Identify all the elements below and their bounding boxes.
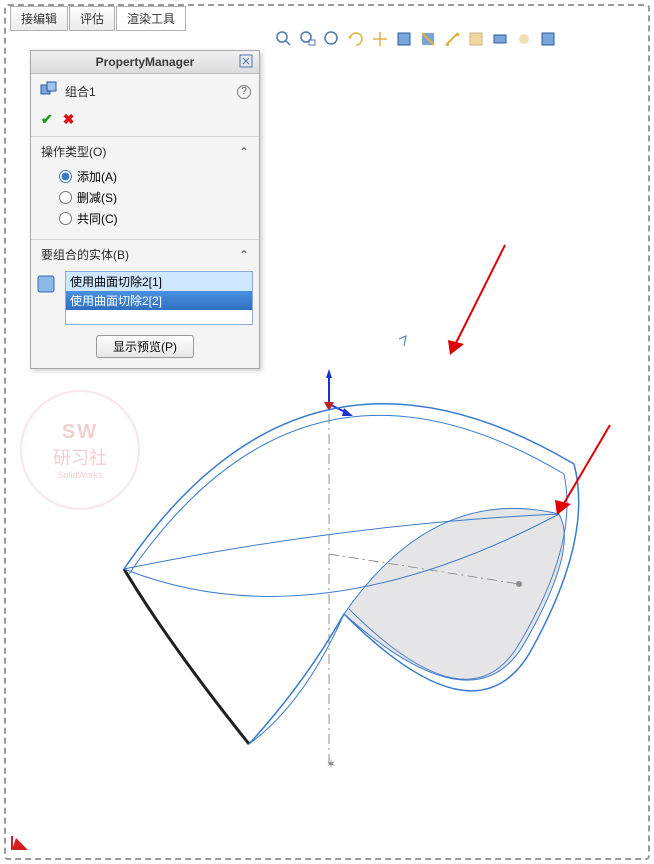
radio-add[interactable]: 添加(A) — [59, 166, 249, 187]
annotation-arrow-2 — [545, 420, 625, 530]
origin-marker-icon — [10, 832, 32, 854]
feature-name: 组合1 — [65, 83, 96, 100]
chevron-up-icon: ⌃ — [239, 145, 249, 159]
hide-show-icon[interactable] — [467, 30, 485, 48]
property-manager-panel: PropertyManager 组合1 ? ✔ ✖ 操作类型(O) ⌃ 添加(A… — [30, 50, 260, 369]
feature-header: 组合1 ? — [31, 74, 259, 109]
appearance-icon[interactable] — [491, 30, 509, 48]
loupe-group-icon[interactable] — [275, 30, 293, 48]
section-bodies-head[interactable]: 要组合的实体(B) ⌃ — [31, 240, 259, 267]
radio-common-label: 共同(C) — [77, 210, 118, 227]
pin-icon[interactable] — [239, 54, 253, 71]
tab-evaluate[interactable]: 评估 — [69, 6, 115, 31]
top-tabs: 接编辑 评估 渲染工具 — [10, 6, 186, 31]
cancel-button[interactable]: ✖ — [63, 111, 75, 128]
zoom-icon[interactable] — [323, 30, 341, 48]
scene-icon[interactable] — [515, 30, 533, 48]
radio-subtract-input[interactable] — [59, 191, 72, 204]
section-operation-type: 操作类型(O) ⌃ 添加(A) 删减(S) 共同(C) — [31, 136, 259, 239]
panel-title: PropertyManager — [31, 51, 259, 74]
body-item-1[interactable]: 使用曲面切除2[1] — [66, 272, 252, 291]
section-bodies-label: 要组合的实体(B) — [41, 246, 129, 263]
watermark: SW 研习社 SolidWorks — [20, 390, 140, 510]
rotate-icon[interactable] — [347, 30, 365, 48]
display-style-icon[interactable] — [395, 30, 413, 48]
tab-render-tools[interactable]: 渲染工具 — [116, 6, 186, 31]
selection-empty-area[interactable] — [66, 310, 252, 324]
radio-common[interactable]: 共同(C) — [59, 208, 249, 229]
body-selection-icon — [35, 273, 59, 297]
section-operation-head[interactable]: 操作类型(O) ⌃ — [31, 137, 259, 164]
pan-icon[interactable] — [371, 30, 389, 48]
help-icon[interactable]: ? — [237, 85, 251, 99]
watermark-line1: SW — [62, 421, 98, 444]
panel-title-text: PropertyManager — [96, 55, 195, 69]
body-item-2[interactable]: 使用曲面切除2[2] — [66, 291, 252, 310]
radio-add-label: 添加(A) — [77, 168, 117, 185]
ground-marker: ✶ — [326, 757, 336, 771]
radio-subtract[interactable]: 删减(S) — [59, 187, 249, 208]
section-bodies: 要组合的实体(B) ⌃ 使用曲面切除2[1] 使用曲面切除2[2] 显示预览(P… — [31, 239, 259, 358]
chevron-up-icon: ⌃ — [239, 248, 249, 262]
section-view-icon[interactable] — [419, 30, 437, 48]
measure-icon[interactable] — [443, 30, 461, 48]
show-preview-button[interactable]: 显示预览(P) — [96, 335, 194, 358]
section-operation-label: 操作类型(O) — [41, 143, 106, 160]
combine-feature-icon — [39, 80, 59, 103]
watermark-line3: SolidWorks — [57, 470, 102, 480]
ok-button[interactable]: ✔ — [41, 111, 53, 128]
tab-edit[interactable]: 接编辑 — [10, 6, 68, 31]
view-toolbar — [275, 30, 557, 48]
radio-add-input[interactable] — [59, 170, 72, 183]
radio-common-input[interactable] — [59, 212, 72, 225]
bodies-selection-box[interactable]: 使用曲面切除2[1] 使用曲面切除2[2] — [65, 271, 253, 325]
zoom-to-fit-icon[interactable] — [299, 30, 317, 48]
annotation-arrow-1 — [440, 240, 520, 370]
radio-subtract-label: 删减(S) — [77, 189, 117, 206]
watermark-line2: 研习社 — [53, 444, 107, 470]
view-settings-icon[interactable] — [539, 30, 557, 48]
confirm-row: ✔ ✖ — [31, 109, 259, 136]
